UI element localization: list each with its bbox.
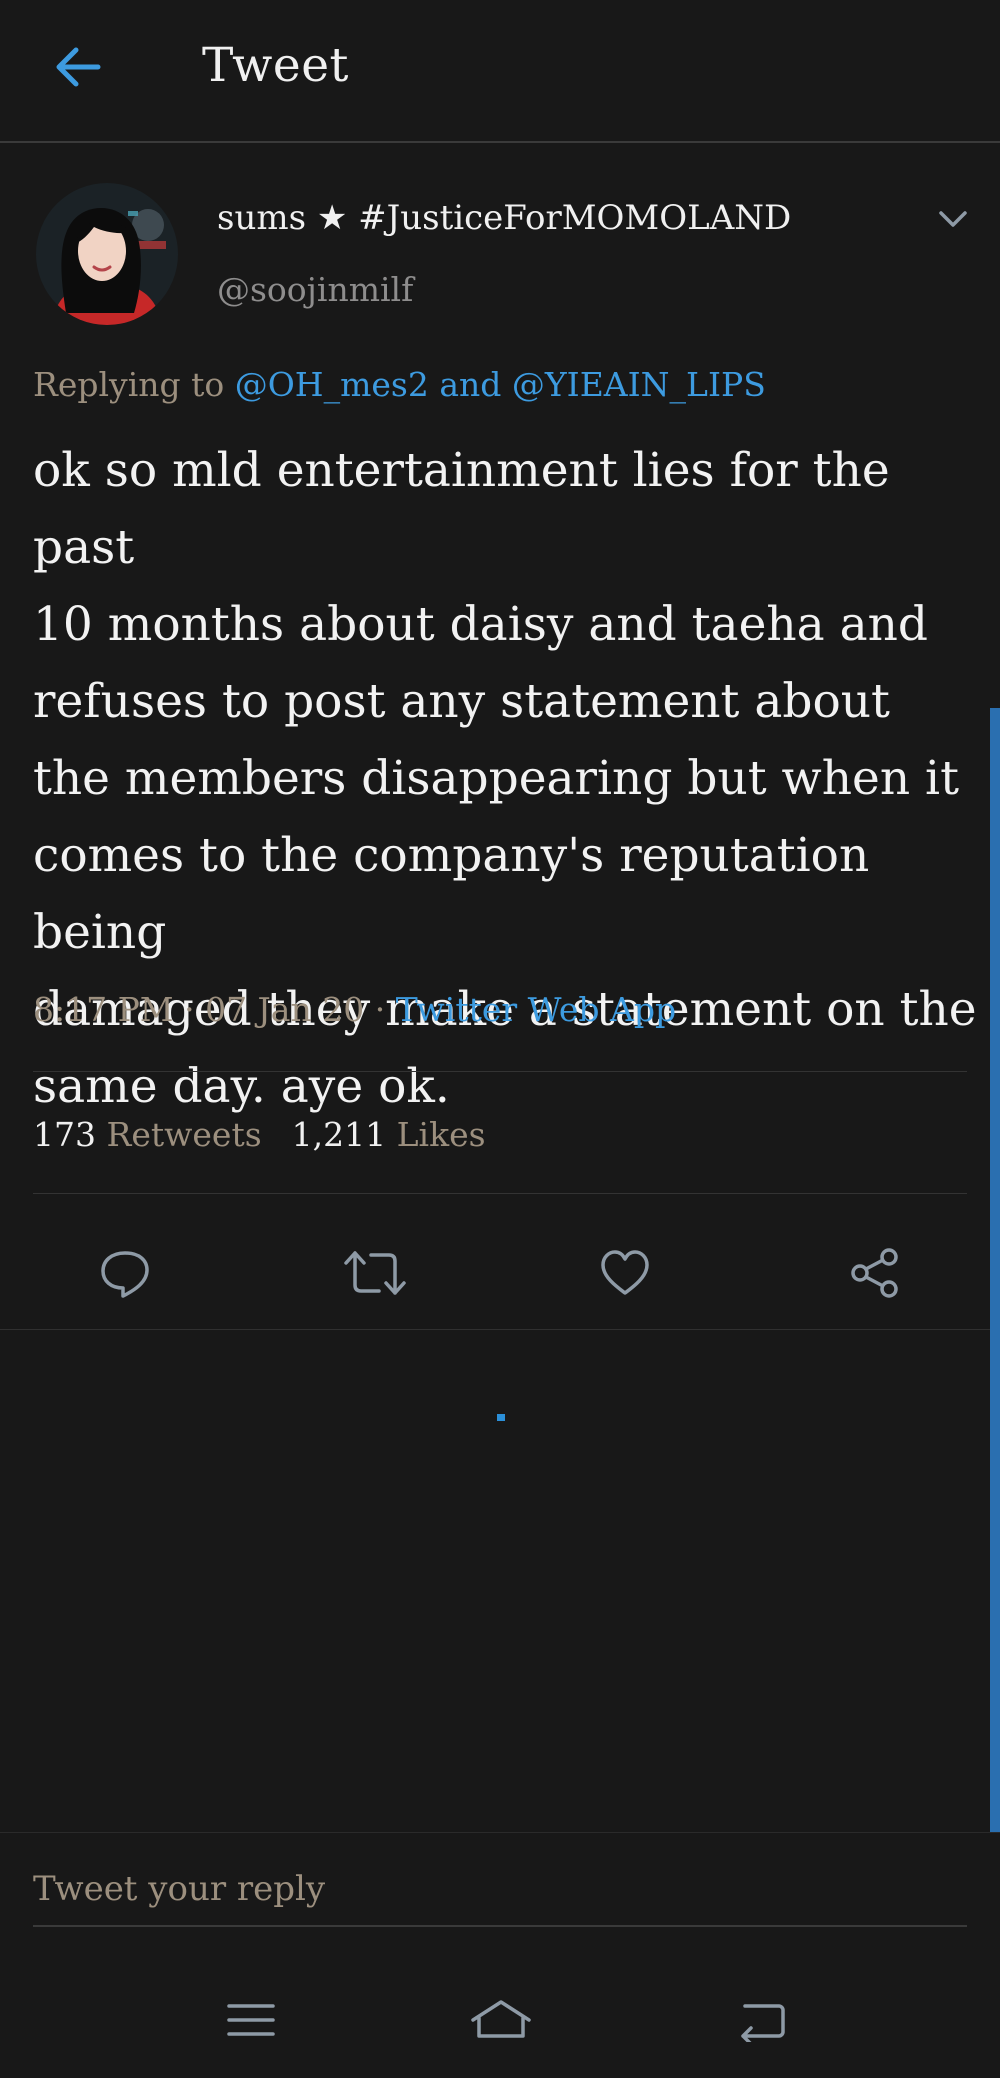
- mention-link[interactable]: @YIEAIN_LIPS: [512, 365, 766, 404]
- divider: [33, 1193, 967, 1194]
- avatar-image: [36, 183, 178, 325]
- recents-button[interactable]: [211, 1980, 291, 2060]
- likes-label: Likes: [396, 1115, 486, 1154]
- like-button[interactable]: [585, 1233, 665, 1313]
- tweet-options-button[interactable]: [930, 196, 976, 242]
- comment-icon: [101, 1251, 149, 1298]
- divider: [0, 1329, 1000, 1330]
- arrow-left-icon: [56, 47, 101, 87]
- meta-separator: ·: [173, 990, 206, 1029]
- reply-context: Replying to @OH_mes2 and @YIEAIN_LIPS: [33, 365, 766, 404]
- share-button[interactable]: [835, 1233, 915, 1313]
- divider: [33, 1071, 967, 1072]
- back-nav-button[interactable]: [721, 1980, 801, 2060]
- display-name[interactable]: sums ★ #JusticeForMOMOLAND: [217, 198, 791, 238]
- tweet-date: 07 Jan 20: [205, 990, 365, 1029]
- reply-input[interactable]: [33, 1853, 967, 1927]
- mention-joiner: and: [428, 365, 512, 404]
- system-navigation-bar: [0, 1960, 1000, 2078]
- tweet-time: 8:17 PM: [33, 990, 174, 1029]
- heart-icon: [601, 1250, 649, 1295]
- avatar[interactable]: [36, 183, 178, 325]
- home-button[interactable]: [461, 1980, 541, 2060]
- back-button[interactable]: [40, 30, 114, 104]
- reply-context-label: Replying to: [33, 365, 235, 404]
- top-app-bar: Tweet: [0, 0, 1000, 143]
- share-icon: [851, 1248, 898, 1298]
- user-handle[interactable]: @soojinmilf: [217, 270, 413, 309]
- tweet-source-link[interactable]: Twitter Web App: [396, 990, 676, 1029]
- scrollbar[interactable]: [990, 708, 1000, 1832]
- retweets-count: 173: [33, 1115, 96, 1154]
- meta-separator: ·: [364, 990, 396, 1029]
- loading-indicator: [497, 1414, 505, 1421]
- reply-composer: [0, 1832, 1000, 1946]
- menu-icon: [227, 2004, 275, 2036]
- tweet-stats: 173 Retweets 1,211 Likes: [33, 1115, 486, 1154]
- mention-link[interactable]: @OH_mes2: [235, 365, 429, 404]
- reply-button[interactable]: [85, 1233, 165, 1313]
- likes-count: 1,211: [291, 1115, 387, 1154]
- likes-stat[interactable]: 1,211 Likes: [292, 1115, 486, 1154]
- home-icon: [471, 2000, 531, 2038]
- tweet-timestamp: 8:17 PM · 07 Jan 20 · Twitter Web App: [33, 990, 676, 1029]
- retweets-label: Retweets: [106, 1115, 262, 1154]
- page-title: Tweet: [202, 38, 349, 93]
- retweet-button[interactable]: [335, 1233, 415, 1313]
- retweets-stat[interactable]: 173 Retweets: [33, 1115, 262, 1154]
- retweet-icon: [344, 1251, 406, 1295]
- chevron-down-icon: [939, 211, 967, 227]
- back-icon: [741, 2004, 785, 2042]
